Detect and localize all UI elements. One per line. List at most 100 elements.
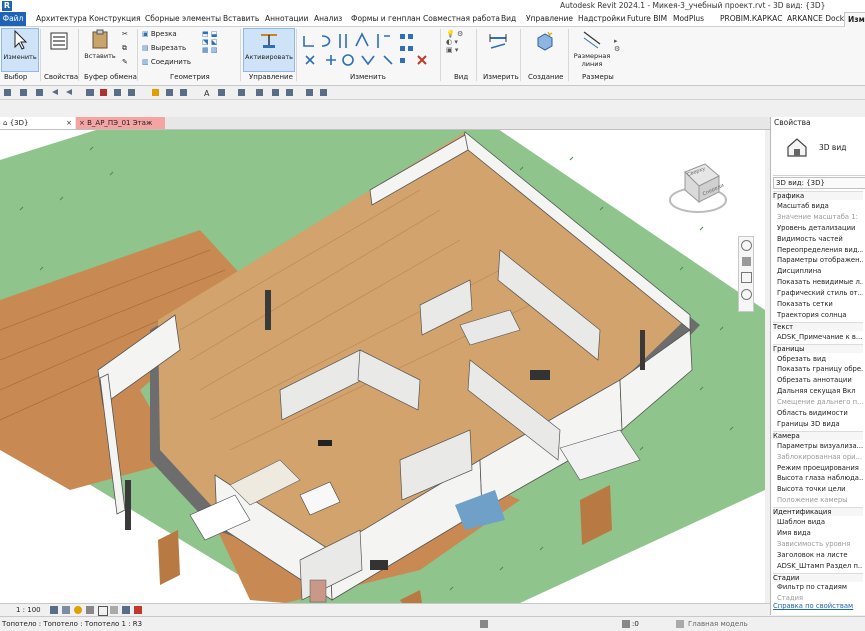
- group-select[interactable]: Выбор: [4, 73, 27, 81]
- property-row[interactable]: Заблокированная ори...: [777, 453, 863, 461]
- create-button[interactable]: [523, 30, 567, 70]
- match-properties-icon[interactable]: ✎: [122, 58, 128, 66]
- zoom-icon[interactable]: [740, 272, 752, 283]
- worksharing-icon[interactable]: [480, 620, 488, 628]
- tab-future-bim[interactable]: Future BIM: [627, 14, 667, 23]
- property-row[interactable]: Обрезать аннотации: [777, 376, 863, 384]
- copy-icon[interactable]: ⧉: [122, 44, 127, 53]
- tab-modify[interactable]: Изме: [844, 12, 865, 27]
- view-tools-icons[interactable]: 💡 ⚙ ◐ ▾ ▣ ▾: [446, 30, 463, 54]
- tab-insert[interactable]: Вставить: [223, 14, 259, 23]
- property-row[interactable]: Параметры визуализа...: [777, 442, 863, 450]
- close-tab-icon[interactable]: ×: [66, 117, 72, 129]
- property-row[interactable]: Режим проецирования: [777, 464, 863, 472]
- group-dimensions[interactable]: Размеры: [582, 73, 614, 81]
- group-geometry[interactable]: Геометрия: [170, 73, 210, 81]
- property-row[interactable]: Фильтр по стадиям: [777, 583, 863, 591]
- property-row[interactable]: Графический стиль от...: [777, 289, 863, 297]
- property-group-header[interactable]: Текст: [773, 321, 863, 331]
- modify-button[interactable]: Изменить: [1, 28, 39, 72]
- instance-selector[interactable]: 3D вид: {3D}: [773, 177, 865, 189]
- property-row[interactable]: Масштаб вида: [777, 202, 863, 210]
- property-row[interactable]: Высота точки цели: [777, 485, 863, 493]
- tab-architecture[interactable]: Архитектура: [36, 14, 87, 23]
- property-row[interactable]: Дальняя секущая Вкл: [777, 387, 863, 395]
- property-group-header[interactable]: Идентификация: [773, 507, 863, 517]
- property-row[interactable]: Показать невидимые л...: [777, 278, 863, 286]
- property-group-header[interactable]: Границы: [773, 343, 863, 353]
- pan-icon[interactable]: [741, 257, 751, 266]
- modify-tools-icons[interactable]: [300, 30, 440, 72]
- tab-view[interactable]: Вид: [501, 14, 516, 23]
- tab-precast[interactable]: Сборные элементы: [145, 14, 221, 23]
- view-tab-3d[interactable]: ⌂ {3D} ×: [0, 117, 75, 129]
- property-row[interactable]: Обрезать вид: [777, 355, 863, 363]
- filter-icon[interactable]: [622, 620, 630, 628]
- visual-style-icon[interactable]: [62, 606, 70, 614]
- tab-collaborate[interactable]: Совместная работа: [423, 14, 500, 23]
- group-modify[interactable]: Изменить: [350, 73, 386, 81]
- design-options-icon[interactable]: [676, 620, 684, 628]
- property-row[interactable]: Значение масштаба 1:: [777, 213, 863, 221]
- tab-analyze[interactable]: Анализ: [314, 14, 342, 23]
- cope-button[interactable]: ▣ Врезка: [142, 30, 177, 38]
- property-row[interactable]: Показать сетки: [777, 300, 863, 308]
- paste-button[interactable]: Вставить: [82, 28, 118, 70]
- shadows-icon[interactable]: [86, 606, 94, 614]
- group-view[interactable]: Вид: [454, 73, 468, 81]
- cut-icon[interactable]: ✂: [122, 30, 128, 38]
- detail-level-icon[interactable]: [50, 606, 58, 614]
- tab-massing-site[interactable]: Формы и генплан: [351, 14, 421, 23]
- group-control[interactable]: Управление: [249, 73, 293, 81]
- tab-addins[interactable]: Надстройки: [578, 14, 626, 23]
- type-selector[interactable]: 3D вид: [773, 129, 865, 176]
- property-row[interactable]: Показать границу обре...: [777, 365, 863, 373]
- properties-button[interactable]: [44, 30, 74, 70]
- active-model[interactable]: Главная модель: [688, 620, 748, 628]
- crop-icon[interactable]: [98, 606, 108, 616]
- unlock-icon[interactable]: [110, 606, 118, 614]
- quick-access-icons[interactable]: A: [2, 87, 332, 98]
- tab-structure[interactable]: Конструкция: [89, 14, 141, 23]
- properties-help-link[interactable]: Справка по свойствам: [773, 602, 859, 610]
- property-row[interactable]: Высота глаза наблюда...: [777, 474, 863, 482]
- revit-logo[interactable]: R: [2, 1, 12, 11]
- property-row[interactable]: Траектория солнца: [777, 311, 863, 319]
- group-measure[interactable]: Измерить: [483, 73, 519, 81]
- group-properties[interactable]: Свойства: [44, 73, 78, 81]
- property-group-header[interactable]: Графика: [773, 191, 863, 200]
- tab-annotate[interactable]: Аннотации: [265, 14, 308, 23]
- property-group-header[interactable]: Стадии: [773, 572, 863, 582]
- property-row[interactable]: ADSK_Примечание к в...: [777, 333, 863, 341]
- tab-modplus[interactable]: ModPlus: [673, 14, 704, 23]
- group-clipboard[interactable]: Буфер обмена: [84, 73, 137, 81]
- sun-path-icon[interactable]: [74, 606, 82, 614]
- activate-button[interactable]: Активировать: [243, 28, 295, 72]
- property-row[interactable]: Параметры отображен...: [777, 256, 863, 264]
- property-row[interactable]: Границы 3D вида: [777, 420, 863, 428]
- property-row[interactable]: Имя вида: [777, 529, 863, 537]
- property-row[interactable]: Переопределения вид...: [777, 246, 863, 254]
- property-row[interactable]: Уровень детализации: [777, 224, 863, 232]
- view-tab-floor-plan[interactable]: × В_АР_ПЭ_01 Этаж: [76, 117, 165, 129]
- property-row[interactable]: Область видимости: [777, 409, 863, 417]
- house-3d-model[interactable]: [0, 130, 765, 603]
- reveal-hidden-icon[interactable]: [134, 606, 142, 614]
- tab-arkance[interactable]: ARKANCE Dock: [787, 14, 844, 23]
- close-tab-icon[interactable]: ×: [79, 119, 85, 127]
- 3d-viewport[interactable]: Сверху Спереди: [0, 130, 765, 603]
- property-row[interactable]: Шаблон вида: [777, 518, 863, 526]
- property-row[interactable]: Видимость частей: [777, 235, 863, 243]
- geometry-tools-icons[interactable]: ⬒ ⬓ ⬔ ⬕ ▦ ▧: [202, 30, 217, 54]
- cut-geometry-button[interactable]: ▤ Вырезать: [142, 44, 186, 52]
- property-row[interactable]: Заголовок на листе: [777, 551, 863, 559]
- property-row[interactable]: Положение камеры: [777, 496, 863, 504]
- temporary-hide-icon[interactable]: [122, 606, 130, 614]
- property-row[interactable]: Дисциплина: [777, 267, 863, 275]
- tab-manage[interactable]: Управление: [526, 14, 573, 23]
- steering-wheel-icon[interactable]: [740, 240, 752, 251]
- dimension-tools-icons[interactable]: ▸ ⚙: [614, 37, 620, 53]
- join-button[interactable]: ▥ Соединить: [142, 58, 191, 66]
- aligned-dimension-button[interactable]: Размерная линия: [570, 28, 614, 70]
- property-row[interactable]: ADSK_Штамп Раздел п...: [777, 562, 863, 570]
